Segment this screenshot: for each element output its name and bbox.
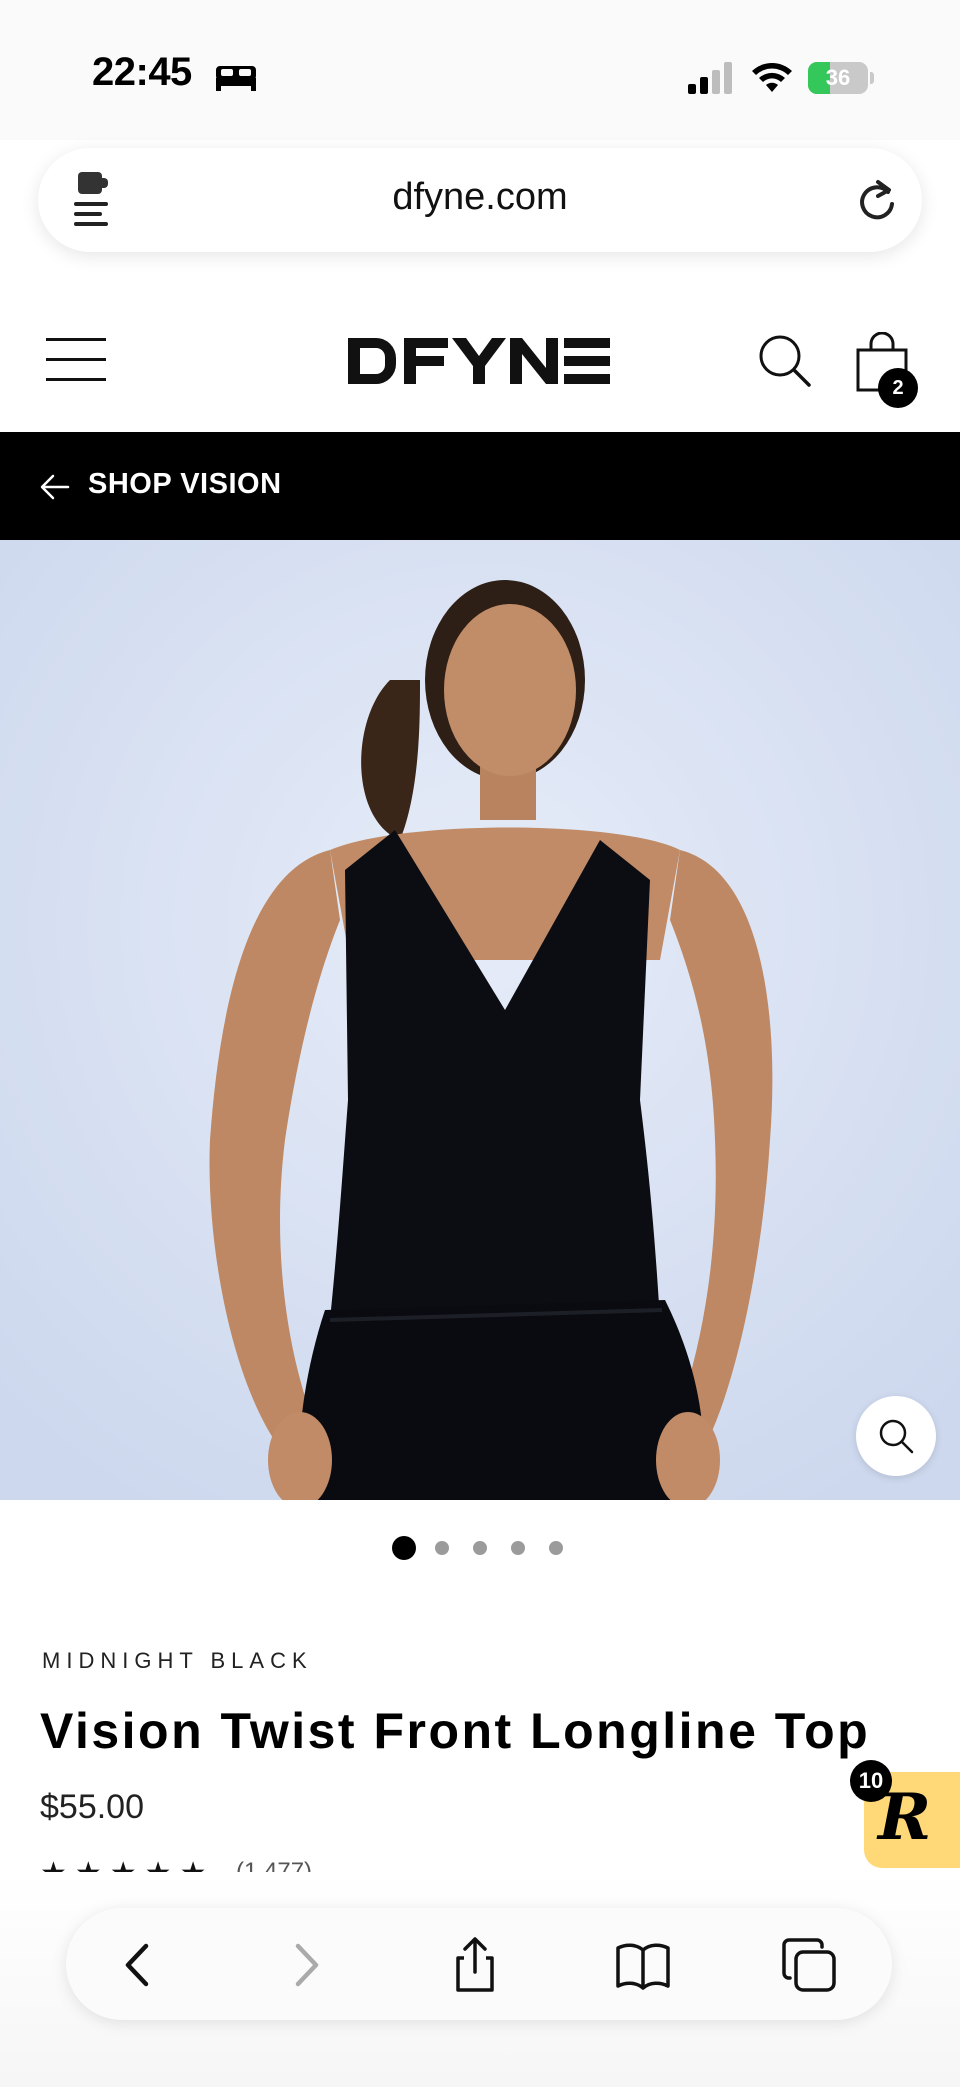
tabs-icon — [782, 1938, 836, 1992]
product-price: $55.00 — [40, 1788, 144, 1826]
status-time: 22:45 — [92, 50, 192, 94]
carousel-dot[interactable] — [549, 1541, 563, 1555]
bookmarks-button[interactable] — [614, 1936, 672, 1994]
share-button[interactable] — [446, 1936, 504, 1994]
model-photo — [0, 540, 960, 1500]
back-to-collection-link[interactable]: SHOP VISION — [0, 432, 960, 540]
bookmarks-icon — [616, 1943, 670, 1990]
product-image[interactable] — [0, 540, 960, 1500]
carousel-dot[interactable] — [392, 1536, 416, 1560]
back-link-label: SHOP VISION — [88, 468, 282, 500]
arrow-left-icon — [40, 474, 70, 500]
address-bar[interactable]: dfyne.com — [38, 148, 922, 252]
forward-button[interactable] — [276, 1936, 334, 1994]
share-icon — [456, 1937, 494, 1992]
cellular-signal-icon — [688, 62, 732, 94]
product-variant: MIDNIGHT BLACK — [42, 1648, 313, 1673]
url-text[interactable]: dfyne.com — [38, 176, 922, 219]
dfyne-logo[interactable] — [346, 336, 612, 386]
reload-icon[interactable] — [854, 176, 900, 224]
browser-toolbar — [66, 1908, 892, 2020]
wifi-icon — [752, 63, 792, 92]
zoom-icon — [879, 1419, 914, 1454]
carousel-dot[interactable] — [511, 1541, 525, 1555]
hamburger-menu-icon[interactable] — [46, 334, 108, 384]
status-bar: 22:45 36 — [0, 0, 960, 140]
bed-icon — [216, 66, 256, 91]
carousel-dot[interactable] — [473, 1541, 487, 1555]
carousel-dot[interactable] — [435, 1541, 449, 1555]
back-icon — [125, 1943, 149, 1987]
back-button[interactable] — [110, 1936, 168, 1994]
search-icon[interactable] — [756, 332, 812, 388]
forward-icon — [295, 1943, 319, 1987]
battery-charging-icon: 36 — [808, 62, 874, 94]
tabs-button[interactable] — [780, 1936, 838, 1994]
product-title: Vision Twist Front Longline Top — [40, 1703, 871, 1759]
shopping-bag-icon[interactable]: 2 — [854, 332, 918, 408]
site-header: 2 — [0, 300, 960, 432]
battery-percent: 36 — [825, 65, 851, 90]
rewards-badge: 10 — [850, 1760, 892, 1802]
zoom-button[interactable] — [856, 1396, 936, 1476]
cart-count-badge: 2 — [878, 368, 918, 408]
carousel-dots — [392, 1536, 576, 1560]
